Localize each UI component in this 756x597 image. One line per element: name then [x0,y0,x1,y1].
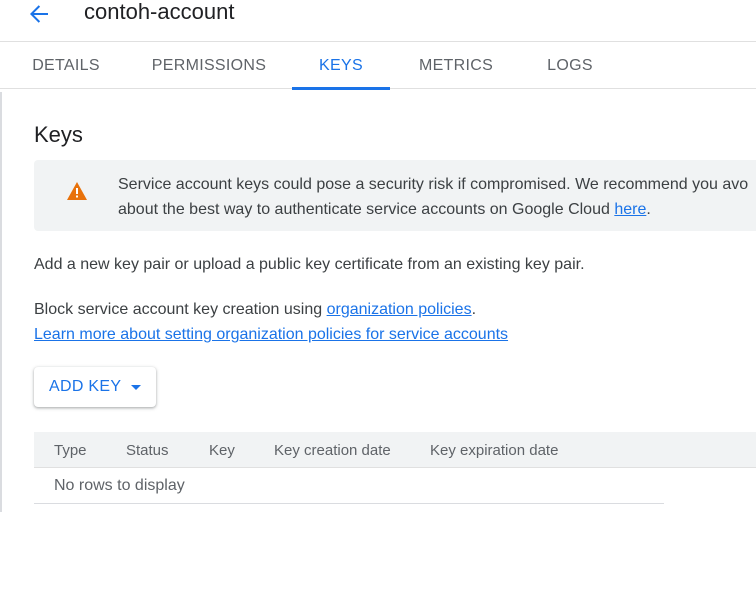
here-link[interactable]: here [614,201,646,218]
page-title: contoh-account [84,0,235,24]
add-key-label: ADD KEY [49,378,122,395]
table-bottom-border [34,503,664,504]
dropdown-arrow-icon [131,384,142,390]
tab-metrics[interactable]: METRICS [419,43,493,89]
tab-keys[interactable]: KEYS [292,43,390,90]
arrow-back-icon[interactable] [29,4,49,24]
keys-table-header: Type Status Key Key creation date Key ex… [34,432,756,468]
warning-icon [67,182,87,200]
learn-more-link[interactable]: Learn more about setting organization po… [34,322,508,347]
column-header-key-expiration-date[interactable]: Key expiration date [430,432,558,468]
tab-details[interactable]: DETAILS [32,43,99,89]
banner-line-1: Service account keys could pose a securi… [118,176,749,193]
column-header-status[interactable]: Status [126,432,169,468]
banner-line-2-text: about the best way to authenticate servi… [118,201,615,218]
page: contoh-account DETAILS PERMISSIONS KEYS … [0,0,756,597]
block-text-prefix: Block service account key creation using [34,301,327,318]
back-button[interactable] [22,0,56,28]
tab-bar: DETAILS PERMISSIONS KEYS METRICS LOGS [0,43,756,90]
block-text-suffix: . [471,301,477,318]
organization-policies-link[interactable]: organization policies [327,301,472,318]
tab-permissions[interactable]: PERMISSIONS [152,43,266,89]
empty-table-message: No rows to display [54,477,185,494]
add-key-button[interactable]: ADD KEY [34,367,156,407]
column-header-key[interactable]: Key [209,432,235,468]
banner-message: Service account keys could pose a securi… [118,172,756,222]
tab-logs[interactable]: LOGS [547,43,592,89]
banner-line-2: about the best way to authenticate servi… [118,197,756,222]
block-key-creation-text: Block service account key creation using… [34,297,476,322]
intro-text: Add a new key pair or upload a public ke… [34,256,585,273]
panel-divider [0,92,3,512]
header: contoh-account [0,0,756,42]
banner-line-2-suffix: . [646,201,651,218]
column-header-type[interactable]: Type [54,432,87,468]
column-header-key-creation-date[interactable]: Key creation date [274,432,391,468]
keys-heading: Keys [34,122,83,147]
